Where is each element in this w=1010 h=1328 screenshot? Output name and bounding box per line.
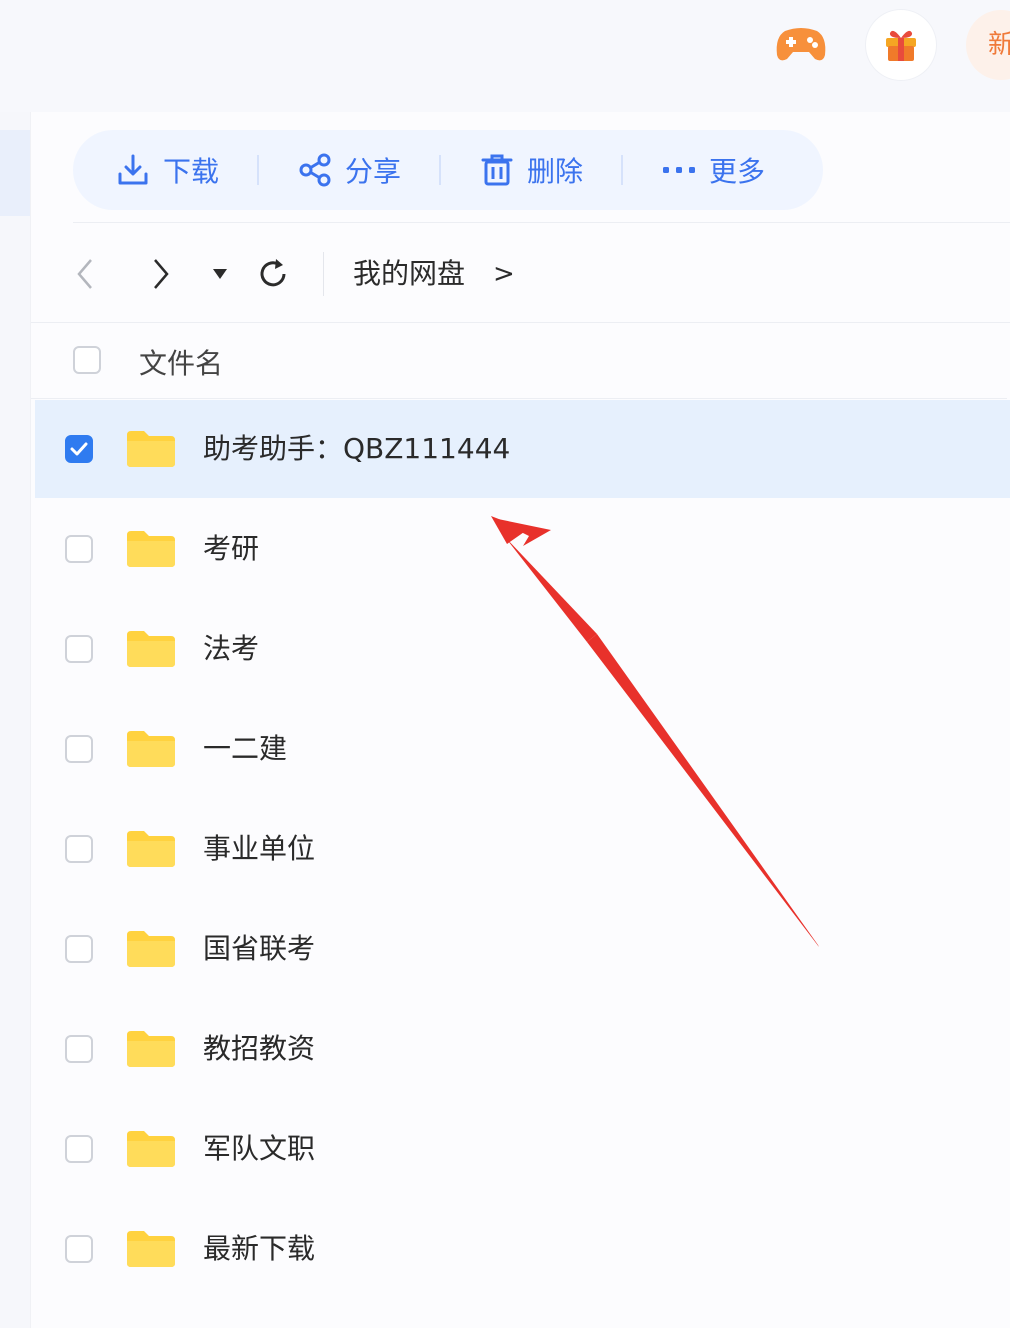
file-panel: 下载 分享 删除 更多 我的网盘 > 文件名 助考助手：QBZ111444 考研… (30, 112, 1010, 1328)
annotation-arrow (491, 516, 819, 947)
gift-icon[interactable] (866, 10, 936, 80)
sidebar-active-indicator (0, 130, 30, 216)
new-badge[interactable]: 新 (966, 10, 1010, 80)
gamepad-icon[interactable] (766, 10, 836, 80)
top-bar: 新 (0, 0, 1010, 112)
